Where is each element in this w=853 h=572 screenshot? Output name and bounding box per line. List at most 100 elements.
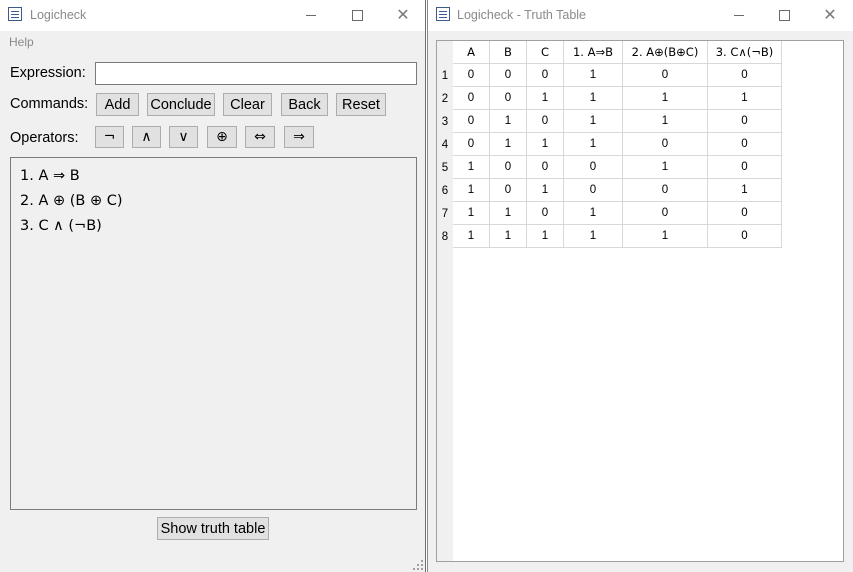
table-cell[interactable]: 0	[527, 64, 564, 87]
maximize-icon[interactable]	[769, 4, 799, 26]
table-cell[interactable]: 0	[708, 133, 782, 156]
clear-button[interactable]: Clear	[223, 93, 272, 116]
table-cell[interactable]: 0	[623, 179, 708, 202]
truth-table[interactable]: A B C 1. A⇒B 2. A⊕(B⊕C) 3. C∧(¬B) 1 0 0 0 1 0 0 2 0 0 1 1…	[436, 40, 844, 562]
truth-titlebar[interactable]: Logicheck - Truth Table ✕	[428, 0, 853, 31]
not-operator-button[interactable]: ¬	[95, 126, 124, 148]
resize-grip[interactable]	[413, 560, 423, 570]
close-icon[interactable]: ✕	[388, 4, 418, 26]
iff-operator-button[interactable]: ⇔	[245, 126, 275, 148]
table-cell[interactable]: 1	[564, 225, 623, 248]
table-cell[interactable]: 0	[490, 87, 527, 110]
table-cell[interactable]: 1	[453, 202, 490, 225]
table-cell[interactable]: 1	[623, 87, 708, 110]
table-cell[interactable]: 0	[708, 202, 782, 225]
row-header[interactable]: 6	[437, 179, 453, 202]
table-cell[interactable]: 1	[708, 87, 782, 110]
table-cell[interactable]: 1	[564, 202, 623, 225]
main-titlebar[interactable]: Logicheck ✕	[0, 0, 425, 31]
premise-item[interactable]: 1. A ⇒ B	[20, 168, 80, 184]
table-cell[interactable]: 1	[490, 110, 527, 133]
table-cell[interactable]: 1	[453, 225, 490, 248]
close-icon[interactable]: ✕	[815, 4, 845, 26]
premise-item[interactable]: 2. A ⊕ (B ⊕ C)	[20, 193, 122, 209]
show-truth-table-button[interactable]: Show truth table	[157, 517, 269, 540]
table-cell[interactable]: 1	[527, 225, 564, 248]
column-header[interactable]: C	[527, 41, 564, 64]
table-cell[interactable]: 1	[527, 133, 564, 156]
table-cell[interactable]: 1	[564, 87, 623, 110]
table-cell[interactable]: 0	[623, 64, 708, 87]
table-cell[interactable]: 1	[564, 110, 623, 133]
expression-label: Expression:	[10, 65, 86, 81]
xor-operator-icon: ⊕	[216, 129, 228, 145]
table-cell[interactable]: 1	[623, 225, 708, 248]
table-cell[interactable]: 0	[708, 110, 782, 133]
row-header[interactable]: 3	[437, 110, 453, 133]
app-icon[interactable]	[436, 7, 450, 21]
premises-list[interactable]: 1. A ⇒ B 2. A ⊕ (B ⊕ C) 3. C ∧ (¬B)	[10, 157, 417, 510]
main-window: Logicheck ✕ Help Expression: Commands: A…	[0, 0, 426, 572]
conclude-button[interactable]: Conclude	[147, 93, 215, 116]
column-header[interactable]: 3. C∧(¬B)	[708, 41, 782, 64]
table-cell[interactable]: 0	[564, 156, 623, 179]
table-cell[interactable]: 1	[490, 202, 527, 225]
reset-button[interactable]: Reset	[336, 93, 386, 116]
not-operator-icon: ¬	[103, 129, 116, 145]
table-cell[interactable]: 0	[527, 110, 564, 133]
table-cell[interactable]: 0	[708, 64, 782, 87]
table-cell[interactable]: 1	[453, 179, 490, 202]
column-header[interactable]: 2. A⊕(B⊕C)	[623, 41, 708, 64]
expression-input[interactable]	[95, 62, 417, 85]
implies-operator-button[interactable]: ⇒	[284, 126, 314, 148]
minimize-icon[interactable]	[724, 4, 754, 26]
row-header[interactable]: 8	[437, 225, 453, 248]
table-cell[interactable]: 1	[527, 179, 564, 202]
truth-window-title: Logicheck - Truth Table	[457, 8, 587, 22]
or-operator-icon: ∨	[178, 129, 189, 145]
table-cell[interactable]: 1	[490, 133, 527, 156]
table-cell[interactable]: 0	[453, 110, 490, 133]
or-operator-button[interactable]: ∨	[169, 126, 198, 148]
table-cell[interactable]: 0	[623, 133, 708, 156]
table-cell[interactable]: 0	[708, 225, 782, 248]
table-cell[interactable]: 0	[527, 202, 564, 225]
table-cell[interactable]: 0	[490, 179, 527, 202]
column-header[interactable]: B	[490, 41, 527, 64]
table-cell[interactable]: 0	[453, 133, 490, 156]
table-cell[interactable]: 1	[623, 110, 708, 133]
table-cell[interactable]: 1	[527, 87, 564, 110]
app-icon[interactable]	[8, 7, 22, 21]
column-header[interactable]: 1. A⇒B	[564, 41, 623, 64]
and-operator-button[interactable]: ∧	[132, 126, 161, 148]
table-cell[interactable]: 0	[708, 156, 782, 179]
table-cell[interactable]: 0	[490, 156, 527, 179]
row-header[interactable]: 2	[437, 87, 453, 110]
table-cell[interactable]: 1	[623, 156, 708, 179]
back-button[interactable]: Back	[281, 93, 328, 116]
row-header[interactable]: 4	[437, 133, 453, 156]
premise-item[interactable]: 3. C ∧ (¬B)	[20, 218, 102, 234]
row-header[interactable]: 5	[437, 156, 453, 179]
minimize-icon[interactable]	[296, 4, 326, 26]
implies-operator-icon: ⇒	[293, 129, 305, 145]
and-operator-icon: ∧	[141, 129, 152, 145]
table-cell[interactable]: 0	[490, 64, 527, 87]
table-cell[interactable]: 1	[564, 133, 623, 156]
table-cell[interactable]: 1	[453, 156, 490, 179]
row-header[interactable]: 1	[437, 64, 453, 87]
table-cell[interactable]: 0	[564, 179, 623, 202]
table-cell[interactable]: 1	[708, 179, 782, 202]
table-cell[interactable]: 0	[453, 64, 490, 87]
table-cell[interactable]: 1	[564, 64, 623, 87]
table-cell[interactable]: 1	[490, 225, 527, 248]
column-header[interactable]: A	[453, 41, 490, 64]
maximize-icon[interactable]	[342, 4, 372, 26]
add-button[interactable]: Add	[96, 93, 139, 116]
table-cell[interactable]: 0	[527, 156, 564, 179]
menu-help[interactable]: Help	[9, 35, 34, 49]
table-cell[interactable]: 0	[623, 202, 708, 225]
row-header[interactable]: 7	[437, 202, 453, 225]
table-cell[interactable]: 0	[453, 87, 490, 110]
xor-operator-button[interactable]: ⊕	[207, 126, 237, 148]
